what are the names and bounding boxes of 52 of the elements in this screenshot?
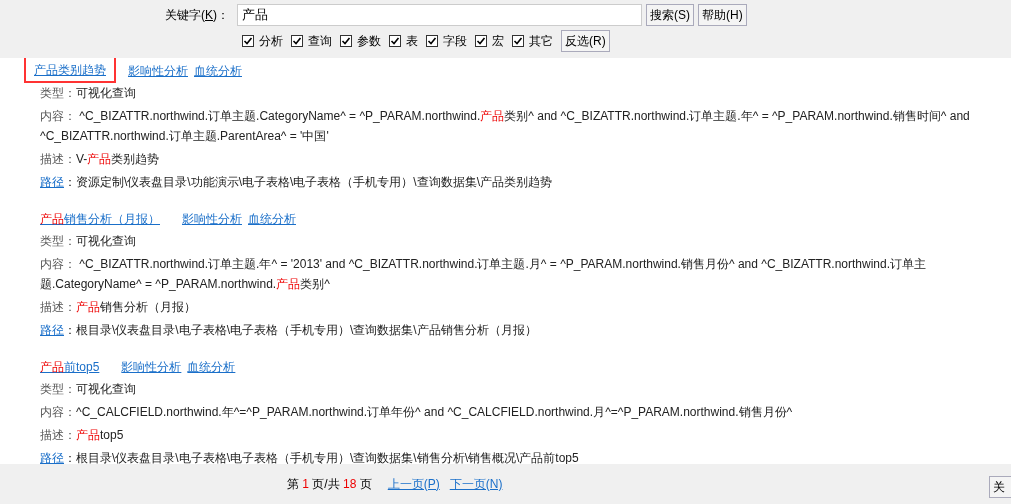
path-text: ：资源定制\仪表盘目录\功能演示\电子表格\电子表格（手机专用）\查询数据集\产品类别趋势 [64, 174, 552, 191]
checkbox[interactable] [426, 35, 438, 47]
checkbox-label[interactable]: 其它 [529, 32, 553, 50]
checkbox-label[interactable]: 字段 [443, 32, 467, 50]
checkbox[interactable] [291, 35, 303, 47]
result-detail: 内容： ^C_BIZATTR.northwind.订单主题.年^ = '2013' and ^C_BIZATTR.northwind.订单主题.月^ = ^P_PARAM.northwind.销售月份^ and ^C_BIZATTR.northwind.订单主题.CategoryName^ = ^P_PARAM.northwind.产品类别^ [40, 256, 928, 293]
pager-link[interactable]: 下一页(N) [449, 475, 503, 493]
result-detail: 描述：产品销售分析（月报） [40, 299, 197, 316]
keyword-field[interactable]: 产品 [237, 4, 642, 26]
result-title-link[interactable]: 产品前top5 [40, 358, 100, 376]
path-link[interactable]: 路径 [40, 320, 64, 340]
checkbox-label[interactable]: 表 [406, 32, 418, 50]
result-detail: 类型：可视化查询 [40, 381, 137, 398]
checkbox-label[interactable]: 宏 [492, 32, 504, 50]
checkbox[interactable] [475, 35, 487, 47]
checkmark-icon [513, 36, 523, 46]
analysis-link[interactable]: 血统分析 [194, 62, 242, 80]
analysis-link[interactable]: 血统分析 [187, 358, 236, 376]
checkbox[interactable] [340, 35, 352, 47]
close-button[interactable]: 关 [989, 476, 1011, 498]
path-text: ：根目录\仪表盘目录\电子表格\电子表格（手机专用）\查询数据集\产品销售分析（月报） [64, 322, 537, 339]
analysis-link[interactable]: 影响性分析 [182, 210, 242, 228]
toolbar-button[interactable]: 帮助(H) [698, 4, 747, 26]
result-detail: 内容： ^C_BIZATTR.northwind.订单主题.CategoryName^ = ^P_PARAM.northwind.产品类别^ and ^C_BIZATTR.northwind.订单主题.年^ = ^P_PARAM.northwind.销售时间^ and ^C_BIZATTR.northwind.订单主题.ParentArea^ = '中国' [40, 108, 971, 145]
checkbox-label[interactable]: 查询 [308, 32, 332, 50]
checkbox-label[interactable]: 参数 [357, 32, 381, 50]
analysis-link[interactable]: 血统分析 [248, 210, 296, 228]
checkmark-icon [427, 36, 437, 46]
path-link[interactable]: 路径 [40, 448, 64, 464]
result-detail: 类型：可视化查询 [40, 233, 137, 250]
checkmark-icon [292, 36, 302, 46]
checkbox[interactable] [389, 35, 401, 47]
checkbox[interactable] [512, 35, 524, 47]
checkmark-icon [476, 36, 486, 46]
analysis-link[interactable]: 影响性分析 [128, 62, 188, 80]
result-detail: 描述：V-产品类别趋势 [40, 151, 161, 168]
checkbox[interactable] [242, 35, 254, 47]
pager-link[interactable]: 上一页(P) [387, 475, 440, 493]
checkbox-label[interactable]: 分析 [259, 32, 283, 50]
invert-selection-button[interactable]: 反选(R) [561, 30, 610, 52]
result-detail: 描述：产品top5 [40, 427, 125, 444]
page-status: 第 1 页/共 18 页 [287, 475, 372, 493]
path-link[interactable]: 路径 [40, 172, 64, 192]
analysis-link[interactable]: 影响性分析 [121, 358, 182, 376]
checkmark-icon [390, 36, 400, 46]
path-text: ：根目录\仪表盘目录\电子表格\电子表格（手机专用）\查询数据集\销售分析\销售概况\产品前top5 [64, 450, 579, 464]
checkmark-icon [341, 36, 351, 46]
result-detail: 内容：^C_CALCFIELD.northwind.年^=^P_PARAM.northwind.订单年份^ and ^C_CALCFIELD.northwind.月^=^P_PARAM.northwind.销售月份^ [40, 404, 794, 421]
toolbar-button[interactable]: 搜索(S) [646, 4, 694, 26]
result-detail: 类型：可视化查询 [40, 85, 137, 102]
checkmark-icon [243, 36, 253, 46]
keyword-label: 关键字(K)： [165, 6, 229, 24]
